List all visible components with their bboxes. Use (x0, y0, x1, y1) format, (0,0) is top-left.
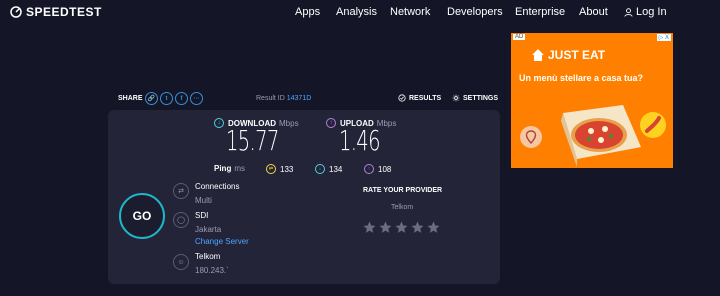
house-logo-icon (532, 49, 544, 61)
ad-badge: AD (513, 34, 526, 40)
ping-idle: ⇄ 133 (266, 164, 293, 174)
download-latency-icon: ↓ (315, 164, 325, 174)
settings-button[interactable]: SETTINGS (452, 94, 498, 102)
results-button[interactable]: RESULTS (398, 94, 441, 102)
connections-title: Connections (195, 182, 240, 191)
more-icon[interactable]: ··· (190, 92, 203, 105)
result-id-value[interactable]: 14371D (287, 95, 312, 102)
nav-developers[interactable]: Developers (447, 6, 503, 18)
download-speed-value: 15.77 (226, 124, 279, 157)
rate-provider-name: Telkom (391, 204, 414, 211)
ping-label-group: Ping ms (214, 164, 245, 173)
results-label: RESULTS (409, 94, 442, 102)
ad-banner[interactable]: AD ▷ X JUST EAT Un menù stellare a casa … (511, 33, 673, 168)
ad-headline: Un menù stellare a casa tua? (519, 73, 644, 83)
user-circle-icon: ☺ (173, 254, 189, 270)
star-icon[interactable] (363, 221, 376, 234)
server-location: Jakarta (195, 225, 222, 234)
nav-enterprise[interactable]: Enterprise (515, 6, 565, 18)
twitter-icon[interactable]: t (160, 92, 173, 105)
results-card (108, 110, 500, 284)
login-link[interactable]: Log In (624, 6, 667, 18)
star-icon[interactable] (411, 221, 424, 234)
location-pin-icon (520, 126, 542, 148)
link-icon[interactable]: 🔗 (145, 92, 158, 105)
gear-icon (452, 94, 460, 102)
provider-ip: 180.243.` (195, 266, 229, 275)
share-bar: SHARE 🔗 t f ··· Result ID 14371D RESULTS… (118, 91, 500, 107)
star-icon[interactable] (427, 221, 440, 234)
ad-brand-name: JUST EAT (548, 48, 606, 62)
upload-arrow-icon: ↑ (326, 118, 336, 128)
ad-close-button[interactable]: ▷ X (656, 34, 671, 41)
connections-icon: ⇄ (173, 183, 189, 199)
upload-latency-icon: ↑ (364, 164, 374, 174)
check-circle-icon (398, 94, 406, 102)
user-icon (624, 7, 633, 17)
nav-analysis[interactable]: Analysis (336, 6, 377, 18)
download-unit: Mbps (279, 118, 299, 128)
nav-apps[interactable]: Apps (295, 6, 320, 18)
share-label: SHARE (118, 95, 143, 102)
settings-label: SETTINGS (463, 94, 499, 102)
go-button[interactable]: GO (119, 193, 165, 239)
server-name: SDI (195, 211, 209, 220)
result-id: Result ID 14371D (256, 95, 311, 102)
speedometer-icon (10, 6, 22, 18)
ad-illustration (520, 105, 666, 167)
speedtest-logo[interactable]: SPEEDTEST (10, 5, 102, 19)
brand-name: SPEEDTEST (26, 5, 102, 19)
rating-stars (363, 221, 443, 234)
ping-unit: ms (234, 164, 246, 173)
ping-upload: ↑ 108 (364, 164, 391, 174)
top-nav: SPEEDTEST Apps Analysis Network Develope… (0, 0, 720, 26)
star-icon[interactable] (379, 221, 392, 234)
ad-brand: JUST EAT (531, 48, 605, 62)
ping-label: Ping (214, 164, 232, 173)
download-arrow-icon: ↓ (214, 118, 224, 128)
ping-upload-value: 108 (378, 164, 392, 174)
ping-download-value: 134 (329, 164, 343, 174)
nav-network[interactable]: Network (390, 6, 430, 18)
rate-provider-title: RATE YOUR PROVIDER (363, 187, 443, 194)
idle-latency-icon: ⇄ (266, 164, 276, 174)
nav-about[interactable]: About (579, 6, 608, 18)
login-label: Log In (636, 6, 667, 18)
ping-download: ↓ 134 (315, 164, 342, 174)
upload-speed-value: 1.46 (339, 124, 381, 157)
result-id-label: Result ID (256, 95, 285, 102)
star-icon[interactable] (395, 221, 408, 234)
connections-value: Multi (195, 196, 212, 205)
globe-icon: ◯ (173, 212, 189, 228)
provider-name: Telkom (195, 252, 221, 261)
change-server-link[interactable]: Change Server (195, 237, 249, 246)
ping-idle-value: 133 (280, 164, 294, 174)
facebook-icon[interactable]: f (175, 92, 188, 105)
